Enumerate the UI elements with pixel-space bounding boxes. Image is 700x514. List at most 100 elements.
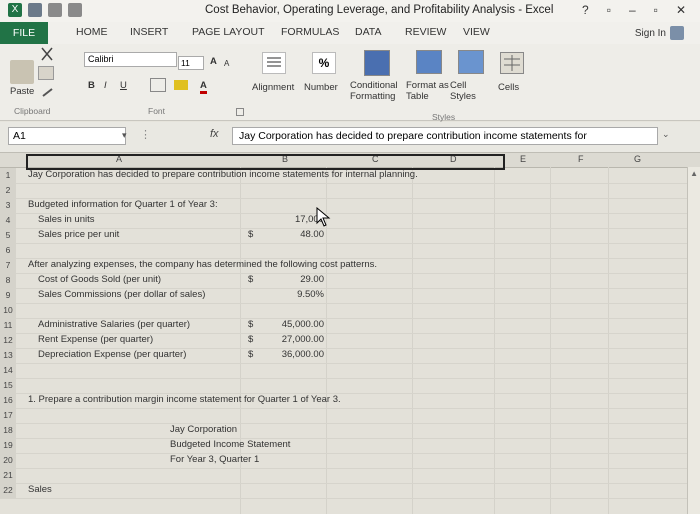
vertical-scrollbar[interactable]: ▲ [687,167,700,514]
cell-a[interactable]: Jay Corporation has decided to prepare c… [28,169,418,180]
fill-color-icon[interactable] [174,80,188,90]
cell-c-currency[interactable]: $ [248,349,253,360]
cell-a[interactable]: Sales [28,484,52,495]
tab-view[interactable]: VIEW [463,26,490,38]
font-name-box[interactable]: Calibri [84,52,177,67]
cell-d-value[interactable]: 29.00 [262,274,324,285]
cut-icon[interactable] [38,46,58,62]
grow-font-button[interactable]: A [210,56,217,67]
row-header[interactable]: 1 [0,168,16,183]
shrink-font-button[interactable]: A [224,58,229,69]
cell-c-currency[interactable]: $ [248,319,253,330]
row-header[interactable]: 12 [0,333,16,348]
cell-b[interactable]: For Year 3, Quarter 1 [170,454,259,465]
tab-insert[interactable]: INSERT [130,26,168,38]
row-header[interactable]: 4 [0,213,16,228]
percent-icon[interactable]: % [312,52,336,74]
cell-d-value[interactable]: 27,000.00 [262,334,324,345]
cell-a[interactable]: Sales Commissions (per dollar of sales) [38,289,205,300]
format-painter-icon[interactable] [42,84,54,97]
sign-in[interactable]: Sign In [635,26,684,40]
row-header[interactable]: 14 [0,363,16,378]
dialog-launcher-icon[interactable] [236,108,244,116]
formula-input[interactable]: Jay Corporation has decided to prepare c… [232,127,658,145]
cell-a[interactable]: After analyzing expenses, the company ha… [28,259,377,270]
font-size-box[interactable]: 11 [178,56,204,70]
restore-ribbon-button[interactable]: ▫ [607,3,611,17]
cell-b[interactable]: Budgeted Income Statement [170,439,290,450]
cell-a[interactable]: Cost of Goods Sold (per unit) [38,274,161,285]
cell-a[interactable]: Sales in units [38,214,95,225]
cell-d-value[interactable]: 36,000.00 [262,349,324,360]
cells-button[interactable]: Cells [498,82,519,93]
cell-a[interactable]: Sales price per unit [38,229,119,240]
row-header[interactable]: 11 [0,318,16,333]
row-header[interactable]: 9 [0,288,16,303]
cell-d-value[interactable]: 9.50% [262,289,324,300]
tab-data[interactable]: DATA [355,26,381,38]
conditional-formatting-icon[interactable] [364,50,390,76]
help-button[interactable]: ? [582,3,589,17]
undo-icon[interactable] [48,3,62,17]
avatar[interactable] [670,26,684,40]
cell-a[interactable]: Rent Expense (per quarter) [38,334,153,345]
alignment-button[interactable]: Alignment [252,82,294,93]
underline-button[interactable]: U [120,80,127,91]
row-header[interactable]: 15 [0,378,16,393]
row-header[interactable]: 21 [0,468,16,483]
fx-icon[interactable]: fx [210,128,219,140]
cell-a[interactable]: Depreciation Expense (per quarter) [38,349,186,360]
scroll-up-icon[interactable]: ▲ [690,169,698,178]
paste-icon[interactable] [10,60,34,84]
name-box-dropdown-icon[interactable]: ▾ [122,130,127,141]
cell-c-currency[interactable]: $ [248,274,253,285]
row-header[interactable]: 3 [0,198,16,213]
column-header-e[interactable]: E [520,154,526,164]
column-header-g[interactable]: G [634,154,641,164]
borders-icon[interactable] [150,78,166,92]
close-button[interactable]: ✕ [676,3,686,17]
format-as-table-button[interactable]: Format as Table [406,80,449,102]
row-header[interactable]: 6 [0,243,16,258]
tab-file[interactable]: FILE [0,22,48,44]
cell-d-value[interactable]: 48.00 [262,229,324,240]
number-button[interactable]: Number [304,82,338,93]
row-header[interactable]: 7 [0,258,16,273]
alignment-icon[interactable] [262,52,286,74]
paste-button[interactable]: Paste [10,86,34,97]
row-header[interactable]: 13 [0,348,16,363]
cell-b[interactable]: Jay Corporation [170,424,237,435]
row-header[interactable]: 19 [0,438,16,453]
save-icon[interactable] [28,3,42,17]
cells-icon[interactable] [500,52,524,74]
cell-styles-icon[interactable] [458,50,484,74]
tab-review[interactable]: REVIEW [405,26,446,38]
column-header-f[interactable]: F [578,154,584,164]
row-header[interactable]: 10 [0,303,16,318]
name-box[interactable]: A1 [8,127,126,145]
selected-cell-a1[interactable] [26,154,505,170]
cell-a[interactable]: Budgeted information for Quarter 1 of Ye… [28,199,218,210]
worksheet-grid[interactable]: A B C D E F G 1 Jay Corporation has decid… [0,153,700,514]
cell-d-value[interactable]: 45,000.00 [262,319,324,330]
expand-formula-icon[interactable]: ⌄ [662,129,670,140]
cell-c-currency[interactable]: $ [248,229,253,240]
minimize-button[interactable]: – [629,3,636,17]
cell-c-currency[interactable]: $ [248,334,253,345]
row-header[interactable]: 20 [0,453,16,468]
maximize-button[interactable]: ▫ [654,3,658,17]
cell-a[interactable]: Administrative Salaries (per quarter) [38,319,190,330]
row-header[interactable]: 5 [0,228,16,243]
tab-page-layout[interactable]: PAGE LAYOUT [192,26,265,38]
row-header[interactable]: 22 [0,483,16,498]
row-header[interactable]: 16 [0,393,16,408]
more-options-icon[interactable]: ⋮ [140,128,151,141]
tab-home[interactable]: HOME [76,26,108,38]
format-as-table-icon[interactable] [416,50,442,74]
row-header[interactable]: 2 [0,183,16,198]
cell-a[interactable]: 1. Prepare a contribution margin income … [28,394,341,405]
cell-d-value[interactable]: 17,000 [262,214,324,225]
copy-icon[interactable] [38,66,54,80]
row-header[interactable]: 18 [0,423,16,438]
redo-icon[interactable] [68,3,82,17]
